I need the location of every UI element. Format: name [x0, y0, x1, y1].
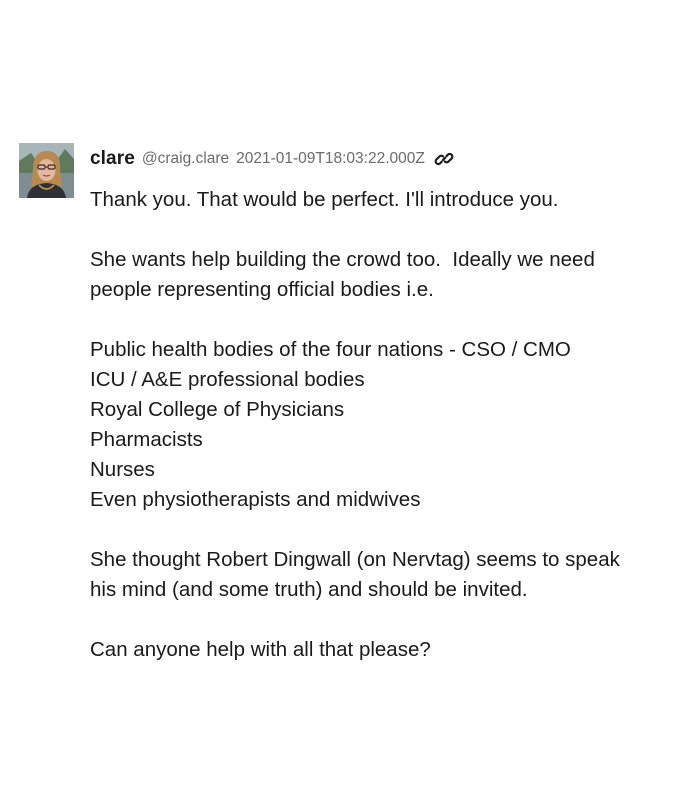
text-line: Even physiotherapists and midwives [90, 488, 421, 511]
chain-link-icon [434, 152, 454, 166]
paragraph: She thought Robert Dingwall (on Nervtag)… [90, 545, 665, 605]
text-line: ICU / A&E professional bodies [90, 368, 365, 391]
paragraph: Public health bodies of the four nations… [90, 335, 665, 515]
user-avatar-icon [19, 143, 74, 198]
text-line: Pharmacists [90, 428, 203, 451]
post-timestamp[interactable]: 2021-01-09T18:03:22.000Z [236, 150, 425, 168]
paragraph: Can anyone help with all that please? [90, 635, 665, 665]
paragraph: She wants help building the crowd too. I… [90, 245, 665, 305]
text-line: his mind (and some truth) and should be … [90, 578, 528, 601]
author-handle[interactable]: @craig.clare [142, 150, 229, 168]
avatar[interactable] [19, 143, 74, 198]
post-content: clare @craig.clare 2021-01-09T18:03:22.0… [90, 143, 665, 665]
text-line: Thank you. That would be perfect. I'll i… [90, 188, 559, 211]
post-header: clare @craig.clare 2021-01-09T18:03:22.0… [90, 142, 665, 176]
text-line: Nurses [90, 458, 155, 481]
text-line: Royal College of Physicians [90, 398, 345, 421]
link-icon[interactable] [433, 148, 455, 170]
text-line: Can anyone help with all that please? [90, 638, 431, 661]
paragraph: Thank you. That would be perfect. I'll i… [90, 185, 665, 215]
author-name[interactable]: clare [90, 148, 135, 170]
text-line: people representing official bodies i.e. [90, 278, 434, 301]
text-line: Public health bodies of the four nations… [90, 338, 571, 361]
text-line: She thought Robert Dingwall (on Nervtag)… [90, 548, 620, 571]
text-line: She wants help building the crowd too. I… [90, 248, 595, 271]
post-body: Thank you. That would be perfect. I'll i… [90, 185, 665, 665]
